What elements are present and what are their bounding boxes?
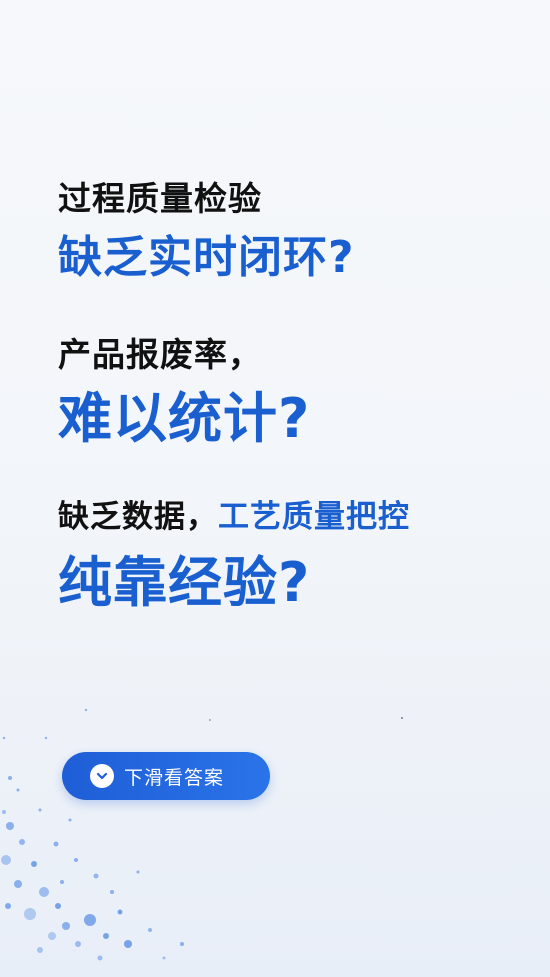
decorative-dot-pattern <box>1 708 403 961</box>
headline-rely-on-experience: 纯靠经验? <box>58 551 311 614</box>
headline-no-realtime-loop: 缺乏实时闭环? <box>58 232 355 283</box>
headline-quality-inspection: 过程质量检验 <box>58 179 262 218</box>
headline-scrap-rate: 产品报废率， <box>58 335 262 374</box>
headline-lack-data: 缺乏数据，工艺质量把控 <box>58 502 410 533</box>
headline-lack-data-dark: 缺乏数据， <box>58 499 218 535</box>
swipe-down-label: 下滑看答案 <box>124 766 225 789</box>
swipe-down-button[interactable]: 下滑看答案 <box>62 752 270 800</box>
headline-hard-to-count: 难以统计? <box>58 387 311 450</box>
headline-process-control: 工艺质量把控 <box>218 499 410 535</box>
chevron-down-circle-icon <box>90 764 114 788</box>
